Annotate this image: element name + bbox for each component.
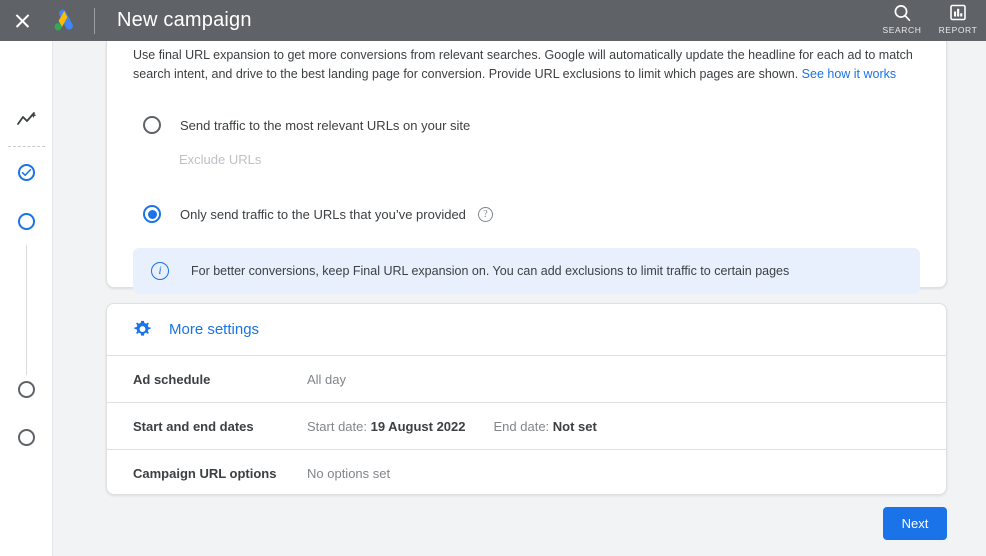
end-date-group: End date: Not set [494,419,597,434]
see-how-it-works-link[interactable]: See how it works [802,67,896,81]
report-button-label: REPORT [938,25,978,35]
gear-icon [134,320,151,336]
radio-option-provided-urls-label: Only send traffic to the URLs that you’v… [180,206,466,222]
circle-outline-icon [18,212,35,230]
step-upcoming-1[interactable] [0,380,53,398]
more-settings-card: More settings Ad schedule All day Start … [106,303,947,495]
info-banner: i For better conversions, keep Final URL… [133,248,920,294]
more-settings-header[interactable]: More settings [107,304,946,356]
setting-value: All day [307,371,347,387]
setting-label: Campaign URL options [133,466,277,481]
radio-dot [147,209,157,219]
setting-row-ad-schedule[interactable]: Ad schedule All day [107,356,946,403]
search-button-label: SEARCH [882,25,922,35]
close-button[interactable] [0,0,44,41]
setting-value: Start date: 19 August 2022 End date: Not … [307,419,597,434]
report-bar-chart-icon [950,4,966,21]
radio-option-relevant-urls[interactable]: Send traffic to the most relevant URLs o… [107,114,946,136]
insights-trending-icon [16,112,36,125]
end-date-value: Not set [552,418,597,434]
final-url-expansion-description: Use final URL expansion to get more conv… [107,41,946,84]
setting-label: Ad schedule [133,371,211,387]
setting-label: Start and end dates [133,418,254,434]
app-bar: New campaign SEARCH REPORT [0,0,986,41]
description-text: Use final URL expansion to get more conv… [133,48,913,81]
start-date-group: Start date: 19 August 2022 [307,419,466,434]
circle-outline-icon [18,428,35,446]
appbar-divider [94,7,95,34]
check-icon [21,168,32,176]
radio-icon-selected[interactable] [143,205,161,223]
page-title: New campaign [117,9,252,31]
main-content: Use final URL expansion to get more conv… [53,41,986,556]
help-icon[interactable]: ? [477,206,493,222]
search-icon [894,5,911,22]
google-ads-logo-icon [54,9,73,30]
appbar-actions: SEARCH REPORT [874,0,986,41]
step-current[interactable] [0,212,53,230]
final-url-expansion-card: Use final URL expansion to get more conv… [106,41,947,294]
start-date-prefix: Start date: [307,418,371,434]
radio-icon[interactable] [143,116,161,134]
radio-option-relevant-urls-label: Send traffic to the most relevant URLs o… [180,117,471,133]
insights-icon[interactable] [0,109,53,131]
start-date-value: 19 August 2022 [370,418,466,434]
rail-divider [8,146,45,147]
rail-connector-line [26,245,27,375]
report-button[interactable]: REPORT [930,0,986,41]
setting-value: No options set [307,466,391,481]
step-completed[interactable] [0,163,53,181]
google-ads-logo [44,0,86,41]
info-banner-text: For better conversions, keep Final URL e… [191,264,790,278]
setting-row-campaign-url-options[interactable]: Campaign URL options No options set [107,450,946,494]
more-settings-label: More settings [169,321,260,338]
exclude-urls-label: Exclude URLs [179,152,262,167]
close-icon [14,12,31,29]
end-date-prefix: End date: [493,418,553,434]
step-upcoming-2[interactable] [0,428,53,446]
info-icon: i [151,262,169,280]
step-rail [0,41,53,556]
radio-option-provided-urls[interactable]: Only send traffic to the URLs that you’v… [107,203,946,225]
circle-outline-icon [18,380,35,398]
setting-row-start-end-dates[interactable]: Start and end dates Start date: 19 Augus… [107,403,946,450]
search-button[interactable]: SEARCH [874,0,930,41]
check-circle-icon [18,163,35,181]
next-button[interactable]: Next [883,507,947,540]
